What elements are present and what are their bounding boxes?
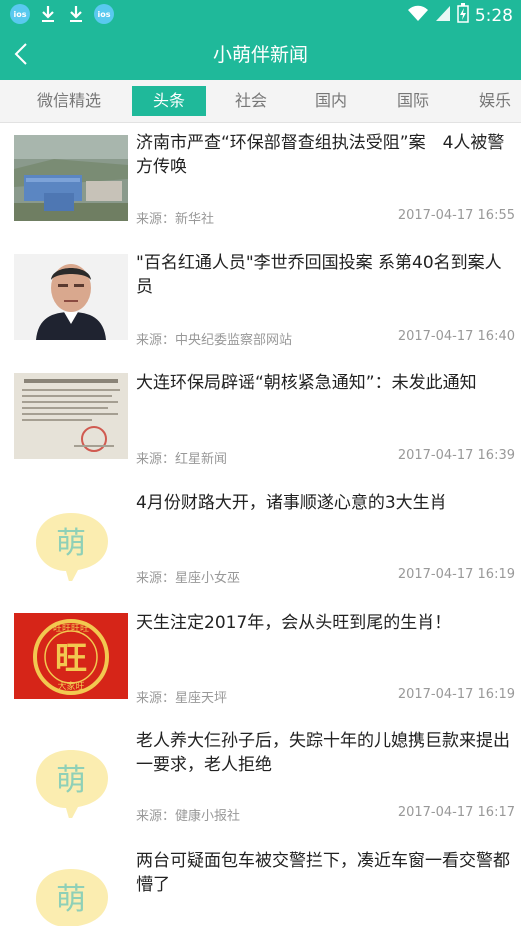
news-thumbnail <box>14 254 128 340</box>
news-time: 2017-04-17 16:19 <box>397 567 515 582</box>
news-item[interactable]: 旺旺旺旺 旺 大家旺 天生注定2017年，会从头旺到尾的生肖！ 来源：星座天坪 … <box>0 601 521 719</box>
news-title: 老人养大仨孙子后，失踪十年的儿媳携巨款来提出一要求，老人拒绝 <box>136 731 510 775</box>
news-thumbnail <box>14 135 128 221</box>
app-badge-icon: ios <box>10 4 30 24</box>
download-icon <box>66 4 86 24</box>
placeholder-thumbnail: 萌 <box>14 851 128 926</box>
placeholder-thumbnail: 萌 <box>14 732 128 818</box>
category-tabs: 微信精选 头条 社会 国内 国际 娱乐 <box>0 80 521 123</box>
news-source: 来源：星座天坪 <box>136 691 228 706</box>
news-thumbnail <box>14 373 128 459</box>
news-title: 4月份财路大开，诸事顺遂心意的3大生肖 <box>136 493 447 513</box>
tab-entertainment[interactable]: 娱乐 <box>462 86 521 116</box>
tab-society[interactable]: 社会 <box>218 86 284 116</box>
news-source: 来源：新华社 <box>136 212 215 227</box>
news-item[interactable]: 济南市严查“环保部督查组执法受阻”案 4人被警方传唤 来源：新华社 2017-0… <box>0 123 521 241</box>
news-source: 来源：健康小报社 <box>136 809 241 824</box>
tab-weixin[interactable]: 微信精选 <box>26 86 112 116</box>
svg-text:萌: 萌 <box>56 763 86 798</box>
news-title: 大连环保局辟谣“朝核紧急通知”：未发此通知 <box>136 373 477 393</box>
svg-text:大家旺: 大家旺 <box>57 680 84 692</box>
app-badge-icon: ios <box>94 4 114 24</box>
news-source: 来源：中央纪委监察部网站 <box>136 333 293 348</box>
news-time: 2017-04-17 16:55 <box>397 208 515 223</box>
news-time: 2017-04-17 16:17 <box>397 805 515 820</box>
news-title: 两台可疑面包车被交警拦下，凑近车窗一看交警都懵了 <box>136 851 510 895</box>
news-time: 2017-04-17 16:40 <box>397 329 515 344</box>
signal-icon <box>435 4 451 27</box>
news-title: 济南市严查“环保部督查组执法受阻”案 4人被警方传唤 <box>136 133 505 177</box>
clock: 5:28 <box>474 5 513 26</box>
tab-headlines[interactable]: 头条 <box>132 86 206 116</box>
wifi-icon <box>407 4 429 27</box>
news-item[interactable]: 大连环保局辟谣“朝核紧急通知”：未发此通知 来源：红星新闻 2017-04-17… <box>0 361 521 481</box>
news-source: 来源：红星新闻 <box>136 452 228 467</box>
app-bar: 小萌伴新闻 <box>0 28 521 80</box>
news-title: 天生注定2017年，会从头旺到尾的生肖！ <box>136 613 452 633</box>
news-source: 来源：星座小女巫 <box>136 571 241 586</box>
tab-domestic[interactable]: 国内 <box>298 86 364 116</box>
news-time: 2017-04-17 16:19 <box>397 687 515 702</box>
news-item[interactable]: "百名红通人员"李世乔回国投案 系第40名到案人员 来源：中央纪委监察部网站 2… <box>0 241 521 361</box>
tab-international[interactable]: 国际 <box>380 86 446 116</box>
svg-text:旺: 旺 <box>55 639 87 677</box>
news-item[interactable]: 萌 老人养大仨孙子后，失踪十年的儿媳携巨款来提出一要求，老人拒绝 来源：健康小报… <box>0 719 521 839</box>
placeholder-thumbnail: 萌 <box>14 495 128 581</box>
news-item[interactable]: 萌 4月份财路大开，诸事顺遂心意的3大生肖 来源：星座小女巫 2017-04-1… <box>0 481 521 601</box>
news-thumbnail: 旺旺旺旺 旺 大家旺 <box>14 613 128 699</box>
news-time: 2017-04-17 16:39 <box>397 448 515 463</box>
news-title: "百名红通人员"李世乔回国投案 系第40名到案人员 <box>136 253 502 297</box>
svg-text:萌: 萌 <box>56 882 86 917</box>
svg-text:萌: 萌 <box>56 526 86 561</box>
news-item[interactable]: 萌 两台可疑面包车被交警拦下，凑近车窗一看交警都懵了 <box>0 839 521 926</box>
page-title: 小萌伴新闻 <box>212 44 308 66</box>
battery-icon <box>457 3 469 28</box>
svg-text:旺旺旺旺: 旺旺旺旺 <box>53 623 89 634</box>
download-icon <box>38 4 58 24</box>
status-bar: ios ios 5:28 <box>0 0 521 28</box>
